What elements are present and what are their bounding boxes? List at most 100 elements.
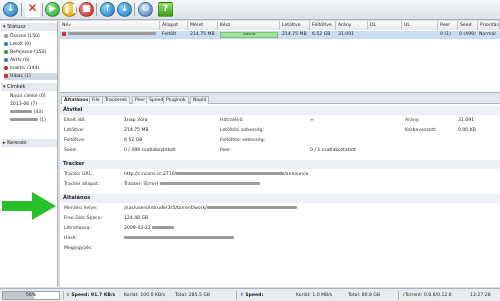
search-header[interactable]: ▸ Keresés (1, 139, 57, 147)
tracker-url-label: Tracker URL: (64, 172, 93, 177)
progress-text: 100% (242, 32, 256, 37)
label-2013-06[interactable]: 2013-06 (7) (10, 101, 57, 108)
tab-plugins[interactable]: Pluginok (163, 96, 189, 104)
sidebar-item-inactive[interactable]: Inaktív (144) (4, 65, 57, 72)
col-header-done[interactable]: Kész (218, 21, 280, 30)
col-header-priority[interactable]: Prioritás (478, 21, 500, 30)
redacted-text (10, 110, 32, 113)
ul-speed-status: ⬆ Speed: (240, 293, 264, 298)
free-space-value: 124.48 GB (124, 216, 149, 221)
save-path-label: Mentési helye: (64, 206, 98, 211)
row-peer: 0 (1) (440, 32, 451, 37)
redacted-text (176, 172, 285, 175)
queue-up-icon[interactable]: ↑ (100, 2, 115, 17)
peers-value: 0 / 1 csatlakoztatott (310, 148, 356, 153)
wasted-label: Kárbaveszett: (405, 128, 437, 133)
downloaded-label: Letöltve: (64, 128, 85, 133)
redacted-text (159, 182, 260, 185)
tab-files[interactable]: File (89, 96, 103, 104)
tracker-url-value[interactable]: http://c.ncore.cc:2710//announce (124, 172, 308, 177)
comment-label: Megjegyzés: (64, 246, 93, 251)
redacted-text (206, 206, 297, 209)
col-header-downloaded[interactable]: Letöltve (280, 21, 310, 30)
transfer-header: Átvitel (60, 106, 500, 115)
general-header: Általános (60, 194, 500, 203)
downloaded-value: 214.75 MB (124, 128, 149, 133)
ul-total-status: Total: 80.8 GB (348, 293, 381, 298)
col-header-seed[interactable]: Seed (458, 21, 478, 30)
dl-total-status: Total: 285.5 GB (175, 293, 211, 298)
redacted-text (68, 32, 156, 35)
sidebar-item-label: 2013-06 (7) (10, 102, 38, 107)
row-uploaded: 6.52 GB (312, 32, 331, 37)
toolbar: ↓ ✕ ▶ ❚❚ ■ ↑ ↓ ⚙ ? (0, 0, 500, 20)
pause-icon[interactable]: ❚❚ (62, 2, 78, 17)
dl-limit-status[interactable]: Korlát: 100.0 KB/s (124, 291, 165, 300)
label-none[interactable]: Nincs címke (0) (10, 93, 57, 100)
hash-label: Hash: (64, 236, 78, 241)
ratio-label: Arány: (405, 118, 420, 123)
details-panel: Átvitel Eltelt idő: 1nap 3óra Hátralévő:… (60, 104, 500, 287)
labels-header[interactable]: ▾ Címkék (1, 83, 57, 91)
row-seed: 0 (499) (459, 32, 476, 37)
state-header[interactable]: ▾ Státusz (1, 23, 57, 31)
stop-icon[interactable]: ■ (79, 2, 94, 17)
elapsed-value: 1nap 3óra (124, 118, 148, 123)
col-header-status[interactable]: Állapot (160, 21, 188, 30)
label-redacted-2[interactable]: (1) (10, 117, 57, 124)
sidebar-item-label: Összes (150) (10, 34, 40, 39)
help-icon[interactable]: ? (158, 2, 173, 17)
ratio-value: 31.091 (458, 118, 475, 123)
queue-down-icon[interactable]: ↓ (117, 2, 132, 17)
tracker-header: Tracker (60, 160, 500, 169)
row-name-cell (62, 31, 156, 39)
active-icon (4, 57, 8, 62)
row-status: Feltölt (162, 32, 177, 37)
ul-limit-status[interactable]: Korlát: 1.0 MB/s (296, 291, 332, 300)
sidebar-item-label: Letölt (0) (10, 42, 31, 47)
row-downloaded: 214.75 MB (282, 32, 307, 37)
redacted-text (10, 118, 38, 121)
all-icon (4, 33, 8, 38)
col-header-name[interactable]: Név (60, 21, 160, 30)
col-header-uploaded[interactable]: Feltöltve (310, 21, 336, 30)
col-header-ratio[interactable]: Arány (336, 21, 368, 30)
remaining-value: ∞ (310, 118, 314, 123)
col-header-dl[interactable]: DL (368, 21, 402, 30)
dl-speed-label: Letöltési sebesség: (220, 128, 264, 133)
sidebar-item-finished[interactable]: Befejezve (150) (4, 49, 57, 56)
settings-icon[interactable]: ⚙ (138, 2, 153, 17)
dl-speed-status: ⬇ Speed: 91.7 KB/s (66, 293, 116, 298)
sidebar-item-label: Hibás (1) (10, 74, 31, 79)
sidebar-item-error[interactable]: Hibás (1) (4, 73, 57, 80)
start-icon[interactable]: ▶ (45, 2, 60, 17)
col-header-ul[interactable]: UL (402, 21, 438, 30)
tab-trackers[interactable]: Trackerek (102, 96, 130, 104)
app-version: rTorrent: 0.8.6/0.12.6 (403, 293, 452, 298)
clock: 13:27:28 (470, 293, 491, 298)
tracker-status-label: Tracker állapot: (64, 182, 100, 187)
sidebar-item-downloading[interactable]: Letölt (0) (4, 41, 57, 48)
peers-label: Peer: (220, 148, 232, 153)
tab-log[interactable]: Napló (190, 96, 210, 104)
label-redacted-1[interactable]: (43) (10, 109, 57, 116)
progress-bar: 100% (220, 32, 278, 38)
remove-icon[interactable]: ✕ (25, 2, 40, 17)
sidebar-item-label: Nincs címke (0) (10, 94, 46, 99)
upload-status-icon: ⬆ (240, 293, 244, 298)
row-priority: Normál (479, 32, 496, 37)
add-torrent-icon[interactable]: ↓ (3, 2, 18, 17)
overall-progress-bar: 56% (2, 291, 60, 300)
seeding-icon (4, 49, 8, 54)
free-space-label: Free Disk Space: (64, 216, 103, 221)
ul-speed-label: Feltöltési sebesség: (220, 138, 266, 143)
sidebar-item-label: Befejezve (150) (10, 50, 47, 55)
sidebar-item-all[interactable]: Összes (150) (4, 33, 57, 40)
col-header-peer[interactable]: Peer (438, 21, 458, 30)
error-icon (62, 31, 66, 36)
sidebar-item-active[interactable]: Aktív (6) (4, 57, 57, 64)
col-header-size[interactable]: Méret (188, 21, 218, 30)
redacted-text (124, 236, 234, 239)
row-ratio: 31.091 (338, 32, 355, 37)
hash-value (124, 236, 234, 241)
